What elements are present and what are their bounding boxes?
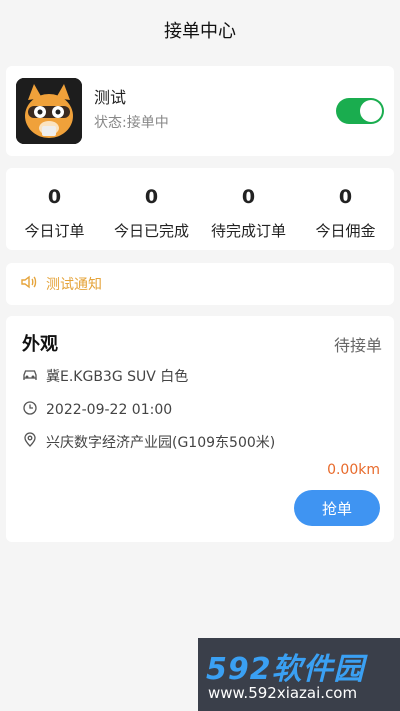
page-header: 接单中心: [0, 0, 400, 60]
profile-card: 测试 状态:接单中: [6, 66, 394, 156]
stat-value: 0: [241, 186, 256, 208]
avatar[interactable]: [16, 78, 82, 144]
stat-value: 0: [144, 186, 159, 208]
online-toggle[interactable]: [336, 98, 384, 124]
page-title: 接单中心: [164, 21, 236, 42]
profile-name: 测试: [94, 88, 127, 107]
stat-label: 今日已完成: [113, 222, 189, 240]
stats-card: 0 今日订单 0 今日已完成 0 待完成订单 0 今日佣金: [6, 168, 394, 250]
vehicle-row: 冀E.KGB3G SUV 白色: [22, 366, 188, 386]
order-title: 外观: [22, 334, 58, 355]
address-row: 兴庆数字经济产业园(G109东500米): [22, 432, 275, 452]
stat-today-orders[interactable]: 0 今日订单: [6, 168, 103, 250]
address-text: 兴庆数字经济产业园(G109东500米): [46, 435, 276, 451]
stat-label: 今日订单: [24, 222, 85, 240]
speaker-icon: [20, 273, 38, 295]
time-row: 2022-09-22 01:00: [22, 400, 172, 420]
order-card[interactable]: 外观 待接单 冀E.KGB3G SUV 白色 2022-09-22 01:00: [6, 316, 394, 542]
distance-text: 0.00km: [327, 462, 380, 478]
stat-pending[interactable]: 0 待完成订单: [200, 168, 297, 250]
vehicle-info: 冀E.KGB3G SUV 白色: [46, 369, 189, 385]
order-status: 待接单: [333, 336, 382, 355]
stat-value: 0: [338, 186, 353, 208]
toggle-knob: [360, 100, 382, 122]
stat-label: 待完成订单: [210, 222, 286, 240]
stat-label: 今日佣金: [315, 222, 376, 240]
profile-status: 状态:接单中: [94, 115, 169, 131]
watermark: 592软件园 www.592xiazai.com: [198, 638, 400, 711]
car-icon: [22, 366, 46, 386]
grab-order-button[interactable]: 抢单: [294, 490, 380, 526]
stat-today-completed[interactable]: 0 今日已完成: [103, 168, 200, 250]
stat-value: 0: [47, 186, 62, 208]
watermark-url: www.592xiazai.com: [208, 684, 358, 702]
notice-bar[interactable]: 测试通知: [6, 263, 394, 305]
notice-text: 测试通知: [46, 277, 102, 293]
appointment-time: 2022-09-22 01:00: [46, 402, 173, 418]
watermark-logo: 592软件园: [206, 652, 365, 687]
clock-icon: [22, 400, 46, 420]
location-pin-icon: [22, 432, 46, 452]
stat-commission[interactable]: 0 今日佣金: [297, 168, 394, 250]
